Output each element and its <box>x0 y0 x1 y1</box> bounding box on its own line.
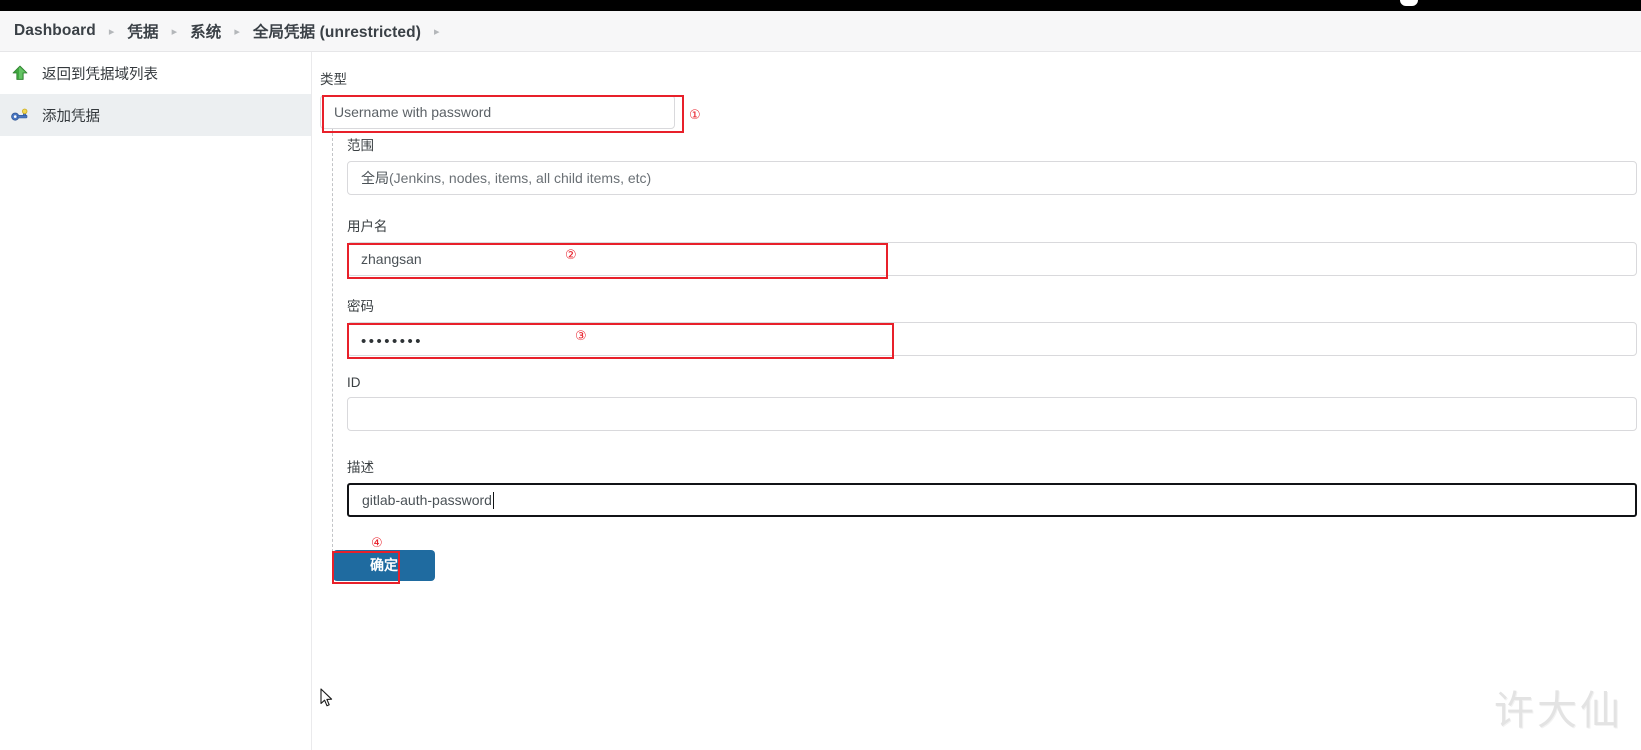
submit-button-wrap: 确定 <box>333 550 435 581</box>
description-input[interactable]: gitlab-auth-password <box>347 483 1637 517</box>
scope-label: 范围 <box>347 138 374 153</box>
submit-button[interactable]: 确定 <box>333 550 435 581</box>
scope-select[interactable]: 全局 (Jenkins, nodes, items, all child ite… <box>347 161 1637 195</box>
username-field-block: 用户名 zhangsan <box>347 215 1637 276</box>
id-field-block: ID <box>347 375 1637 431</box>
text-caret <box>492 491 494 509</box>
password-input[interactable]: •••••••• <box>347 322 1637 356</box>
sidebar-item-label: 返回到凭据域列表 <box>42 66 158 83</box>
browser-tab-strip <box>0 0 1641 11</box>
sidebar: 返回到凭据域列表 添加凭据 <box>0 52 312 750</box>
scope-value-hint: (Jenkins, nodes, items, all child items,… <box>389 170 652 186</box>
type-label: 类型 <box>320 72 347 87</box>
breadcrumb-item-system[interactable]: 系统 <box>190 20 221 42</box>
type-field-block: 类型 Username with password <box>320 68 1630 129</box>
up-arrow-icon <box>10 63 30 83</box>
breadcrumb-item-credentials[interactable]: 凭据 <box>127 20 158 42</box>
password-masked-value: •••••••• <box>361 332 424 350</box>
key-icon <box>10 105 30 125</box>
id-input[interactable] <box>347 397 1637 431</box>
chevron-right-icon: ▸ <box>108 25 115 38</box>
chevron-right-icon: ▸ <box>234 25 240 38</box>
id-label: ID <box>347 375 361 390</box>
description-value: gitlab-auth-password <box>362 492 492 508</box>
mouse-cursor <box>320 688 334 708</box>
sidebar-item-back-to-credential-domains[interactable]: 返回到凭据域列表 <box>0 52 311 94</box>
chevron-right-icon: ▸ <box>433 25 440 38</box>
breadcrumb-item-dashboard[interactable]: Dashboard <box>14 22 96 40</box>
breadcrumb: Dashboard ▸ 凭据 ▸ 系统 ▸ 全局凭据 (unrestricted… <box>0 11 1641 52</box>
password-field-block: 密码 •••••••• <box>347 295 1637 356</box>
sidebar-item-add-credentials[interactable]: 添加凭据 <box>0 94 311 136</box>
type-select[interactable]: Username with password <box>320 95 675 129</box>
watermark: 许大仙 <box>1494 689 1623 733</box>
username-label: 用户名 <box>347 219 388 234</box>
username-input[interactable]: zhangsan <box>347 242 1637 276</box>
description-label: 描述 <box>347 460 374 475</box>
sidebar-item-label: 添加凭据 <box>42 108 100 125</box>
description-field-block: 描述 gitlab-auth-password <box>347 456 1637 517</box>
browser-tab-notch <box>1400 0 1418 6</box>
form-nesting-guide <box>332 128 333 572</box>
credential-form: 类型 Username with password 范围 全局 (Jenkins… <box>313 52 1641 750</box>
scope-value-main: 全局 <box>361 170 389 186</box>
scope-field-block: 范围 全局 (Jenkins, nodes, items, all child … <box>347 134 1637 195</box>
password-label: 密码 <box>347 299 374 314</box>
breadcrumb-item-global-credentials[interactable]: 全局凭据 (unrestricted) <box>253 20 421 42</box>
chevron-right-icon: ▸ <box>171 25 178 38</box>
